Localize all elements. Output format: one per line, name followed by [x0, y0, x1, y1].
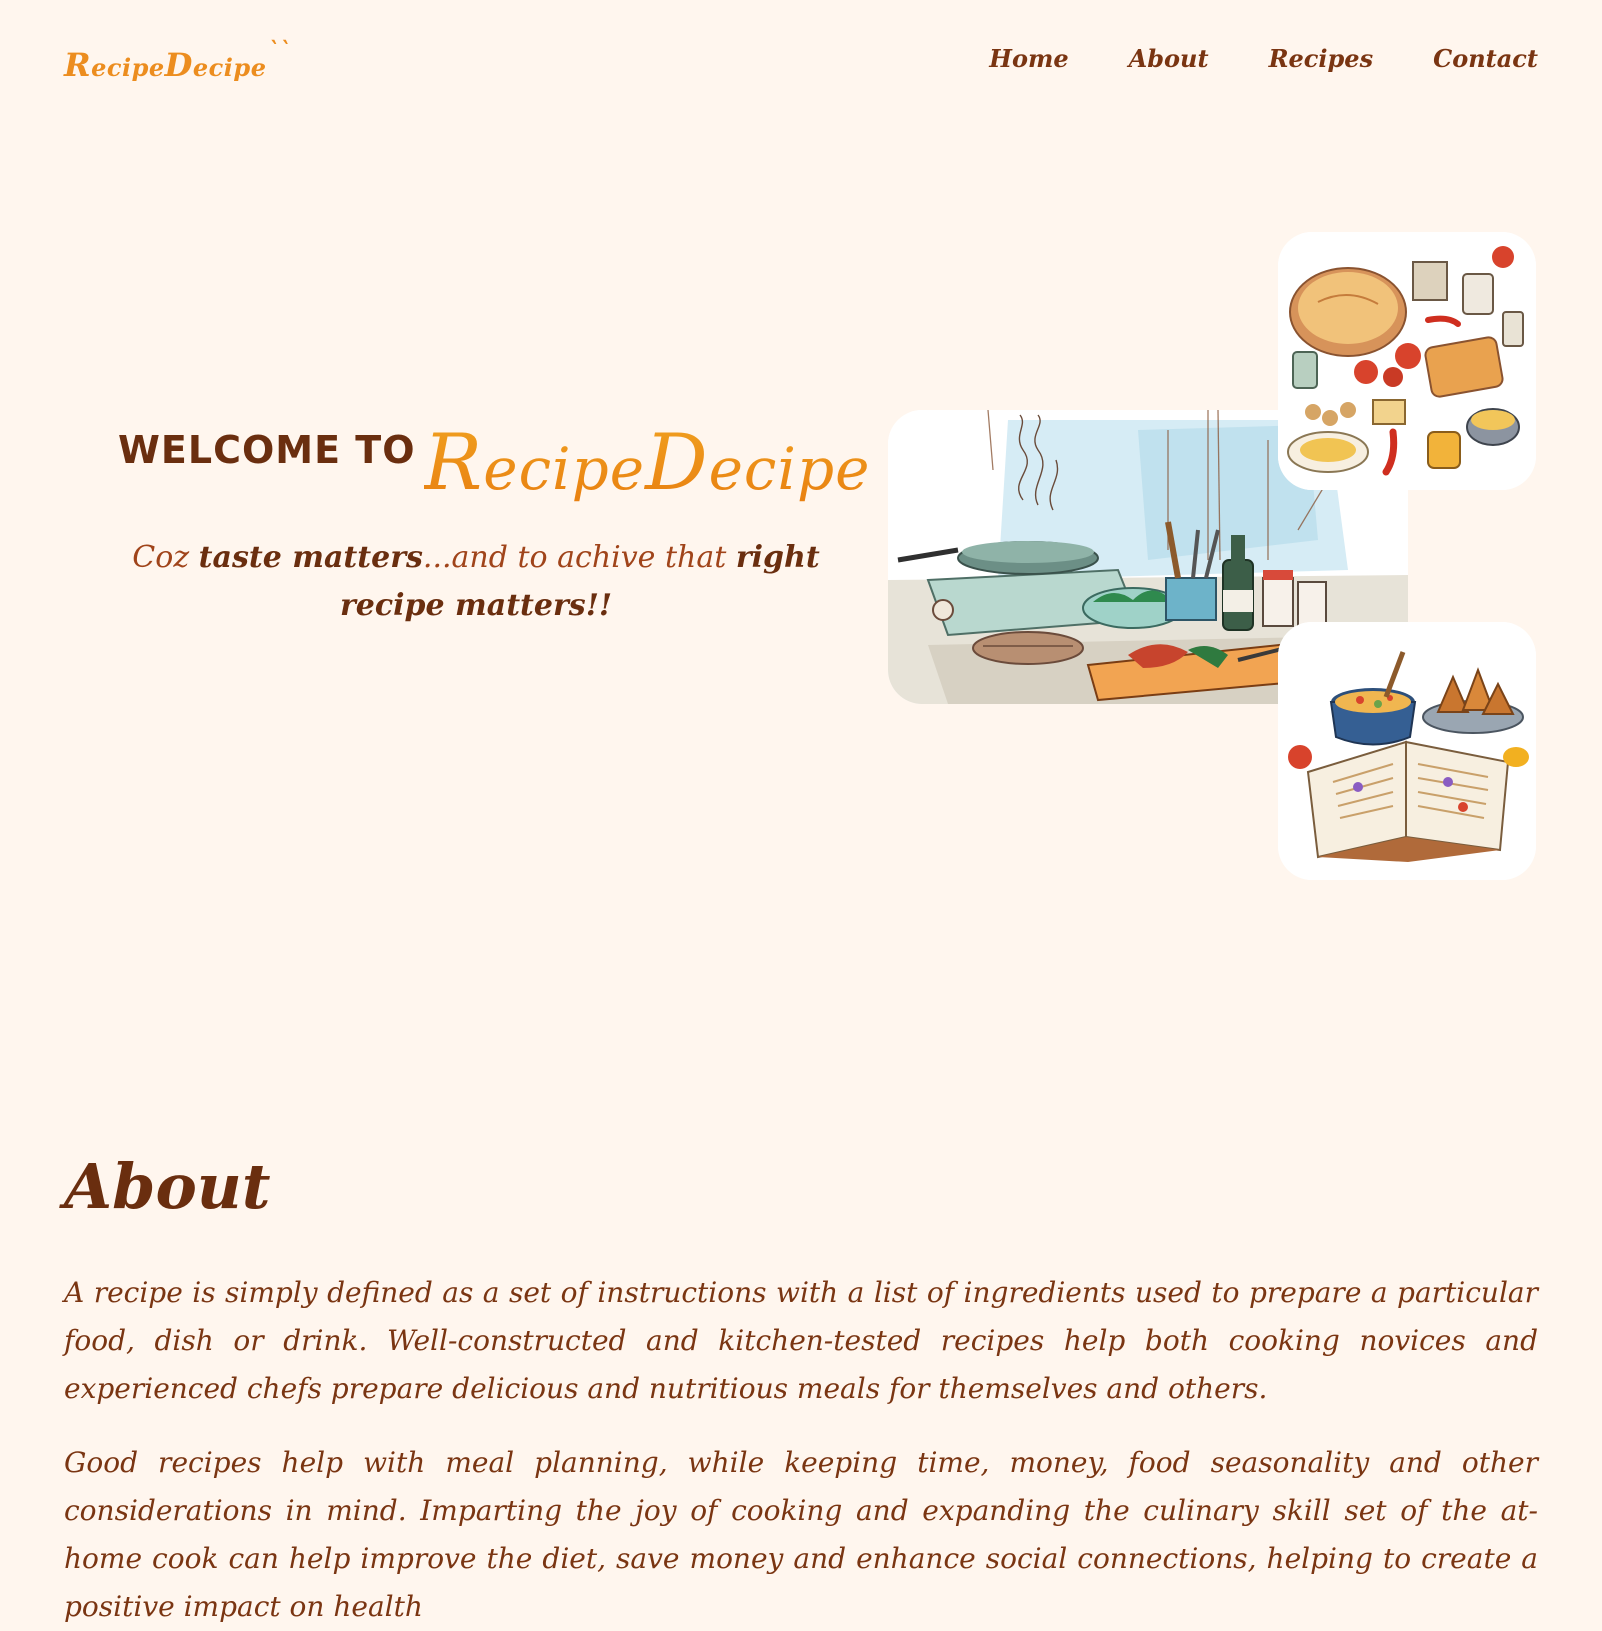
nav-links: Home About Recipes Contact: [989, 44, 1538, 73]
ingredients-illustration-drawing: [1278, 232, 1536, 490]
brand-letter-d: D: [645, 418, 709, 508]
logo-letter-r: R: [64, 46, 92, 84]
welcome-text: WELCOME TO: [118, 428, 416, 472]
logo-tick-mark: ``: [268, 38, 292, 64]
logo-text-ecipe-2: ecipe: [192, 53, 267, 82]
navbar: RecipeDecipe`` Home About Recipes Contac…: [0, 0, 1602, 124]
tagline-part-1: Coz: [132, 540, 199, 575]
hero-tagline: Coz taste matters...and to achive that r…: [118, 534, 834, 630]
brand-text-ecipe: ecipe: [483, 435, 646, 503]
about-section: About A recipe is simply defined as a se…: [64, 1150, 1538, 1631]
hero-title: WELCOME TO RecipeDecipe: [118, 420, 834, 512]
brand-text-ecipe-2: ecipe: [708, 435, 871, 503]
hero-brand-name: RecipeDecipe: [424, 420, 871, 512]
cookbook-illustration: [1278, 622, 1536, 880]
about-paragraph-1: A recipe is simply defined as a set of i…: [64, 1276, 1538, 1405]
brand-letter-r: R: [423, 418, 484, 508]
logo-letter-d: D: [164, 46, 193, 84]
ingredients-illustration: [1278, 232, 1536, 490]
nav-contact-link[interactable]: Contact: [1433, 44, 1538, 73]
logo[interactable]: RecipeDecipe``: [64, 38, 291, 84]
about-heading: About: [64, 1150, 271, 1223]
tagline-part-2: ...and to achive that: [422, 540, 736, 575]
cookbook-illustration-drawing: [1278, 622, 1536, 880]
tagline-bold-1: taste matters: [198, 540, 423, 575]
nav-home-link[interactable]: Home: [989, 44, 1068, 73]
nav-recipes-link[interactable]: Recipes: [1269, 44, 1374, 73]
hero-text: WELCOME TO RecipeDecipe Coz taste matter…: [118, 420, 834, 660]
nav-about-link[interactable]: About: [1129, 44, 1209, 73]
about-paragraph-2: Good recipes help with meal planning, wh…: [64, 1446, 1538, 1623]
logo-text-ecipe: ecipe: [91, 53, 165, 82]
